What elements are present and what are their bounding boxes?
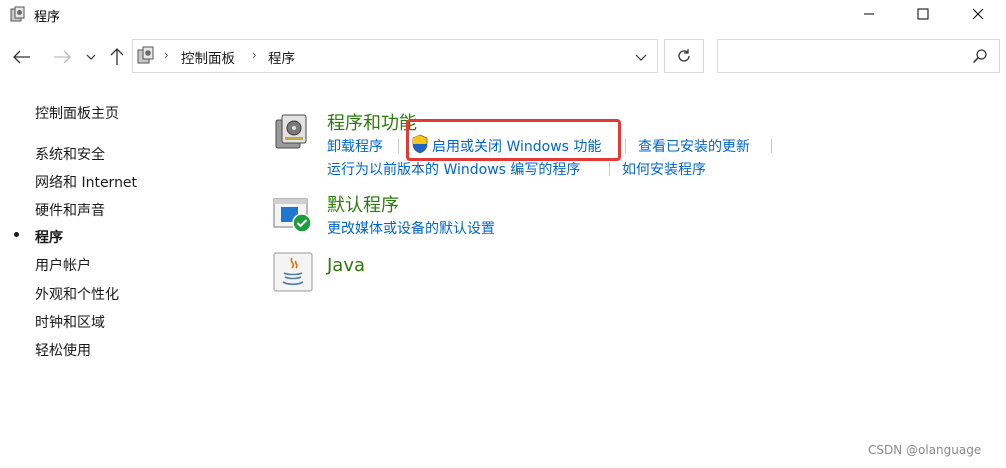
refresh-icon	[678, 49, 690, 62]
search-input[interactable]	[717, 39, 1000, 73]
minimize-icon	[864, 13, 874, 15]
back-button[interactable]	[10, 44, 34, 70]
refresh-button[interactable]	[664, 39, 704, 73]
arrow-up-icon	[110, 48, 124, 65]
change-media-defaults-link[interactable]: 更改媒体或设备的默认设置	[327, 218, 495, 238]
search-icon[interactable]	[972, 48, 988, 64]
chevron-down-icon	[635, 54, 647, 61]
sidebar-item-appearance[interactable]: 外观和个性化	[35, 284, 119, 304]
arrow-right-icon	[54, 50, 71, 64]
sidebar-item-system-security[interactable]: 系统和安全	[35, 144, 105, 164]
run-older-programs-link[interactable]: 运行为以前版本的 Windows 编写的程序	[327, 159, 580, 179]
address-dropdown-button[interactable]	[630, 46, 652, 68]
chevron-right-icon[interactable]: ›	[164, 48, 169, 62]
uninstall-program-link[interactable]: 卸载程序	[327, 136, 383, 156]
control-panel-icon	[137, 46, 155, 64]
category-title-programs-features[interactable]: 程序和功能	[327, 109, 417, 135]
link-separator	[771, 139, 772, 153]
category-title-java[interactable]: Java	[327, 255, 365, 276]
default-programs-icon[interactable]	[273, 197, 313, 235]
java-icon[interactable]	[273, 252, 313, 292]
window-title: 程序	[34, 10, 61, 25]
sidebar-item-clock-region[interactable]: 时钟和区域	[35, 312, 105, 332]
chevron-down-icon	[86, 54, 96, 60]
sidebar-home-link[interactable]: 控制面板主页	[35, 103, 119, 123]
view-installed-updates-link[interactable]: 查看已安装的更新	[638, 136, 750, 156]
sidebar-item-user-accounts[interactable]: 用户帐户	[35, 255, 91, 275]
link-separator	[398, 139, 399, 153]
maximize-icon	[917, 8, 929, 20]
forward-button[interactable]	[50, 44, 74, 70]
sidebar-item-ease-of-access[interactable]: 轻松使用	[35, 340, 91, 360]
recent-locations-button[interactable]	[82, 44, 100, 70]
programs-features-icon[interactable]	[273, 112, 311, 152]
control-panel-icon	[10, 6, 26, 22]
link-separator	[609, 162, 610, 176]
maximize-button[interactable]	[900, 0, 946, 28]
minimize-button[interactable]	[846, 0, 892, 28]
sidebar-item-programs[interactable]: 程序	[35, 227, 63, 247]
close-button[interactable]	[955, 0, 1001, 28]
active-indicator	[14, 232, 19, 237]
sidebar-item-hardware-sound[interactable]: 硬件和声音	[35, 200, 105, 220]
watermark-text: CSDN @olanguage	[868, 443, 982, 457]
category-title-default-programs[interactable]: 默认程序	[327, 191, 399, 217]
close-icon	[972, 8, 984, 20]
link-separator	[625, 139, 626, 153]
highlight-box	[406, 119, 621, 161]
breadcrumb-control-panel[interactable]: 控制面板	[181, 47, 235, 67]
how-to-install-link[interactable]: 如何安装程序	[622, 159, 706, 179]
chevron-right-icon[interactable]: ›	[252, 48, 257, 62]
up-button[interactable]	[105, 44, 129, 70]
sidebar-item-network-internet[interactable]: 网络和 Internet	[35, 172, 137, 192]
breadcrumb-programs[interactable]: 程序	[268, 47, 295, 67]
arrow-left-icon	[13, 50, 30, 64]
